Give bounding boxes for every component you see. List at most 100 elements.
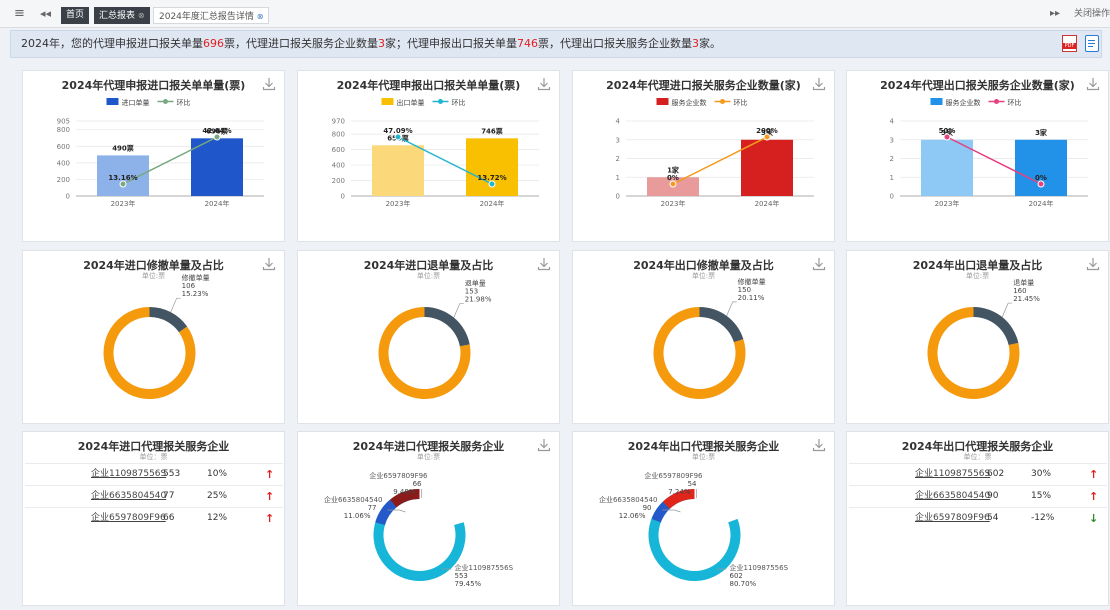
legend-label: 服务企业数 xyxy=(672,98,707,107)
summary-import-count: 696 xyxy=(203,37,224,50)
slice-value: 150 xyxy=(738,286,751,294)
company-link[interactable]: 企业6597809F96 xyxy=(915,508,990,529)
chart-svg: 进口单量 环比0200400600800905490票2023年696票2024年… xyxy=(57,98,264,208)
arrow-up-icon: ↑ xyxy=(265,490,275,503)
company-change: -12% xyxy=(1031,513,1055,523)
x-tick-label: 2023年 xyxy=(935,199,960,208)
line-value-label: 42.04% xyxy=(202,127,231,135)
legend-swatch xyxy=(381,98,394,105)
legend-swatch xyxy=(656,98,669,105)
chart-svg: 退单量16021.45% xyxy=(927,278,1040,399)
legend-label: 环比 xyxy=(452,98,466,107)
chart-svg: 服务企业数 环比012343家2023年3家2024年50%0% xyxy=(890,98,1088,208)
y-tick-label: 600 xyxy=(332,146,345,154)
chart-panel: 2024年出口代理报关服务企业 单位:票 企业6597809F96 54 7.24% 企业… xyxy=(572,431,835,606)
y-tick-label: 400 xyxy=(57,159,70,167)
slice-value: 153 xyxy=(465,288,478,296)
slice-percent: 80.70% xyxy=(730,580,757,588)
y-tick-label: 400 xyxy=(332,162,345,170)
tab-summary-report[interactable]: 汇总报表 ⊗ xyxy=(94,7,150,24)
tab-bar: ≡ ◂◂ 首页 汇总报表 ⊗ 2024年度汇总报告详情 ⊗ ▸▸ 关闭操作 xyxy=(0,0,1110,28)
slice-label: 退单量 xyxy=(465,279,486,288)
slice-percent: 9.48% xyxy=(393,488,416,496)
line-value-label: 13.16% xyxy=(108,174,137,182)
summary-export-count: 746 xyxy=(517,37,538,50)
legend-marker xyxy=(163,99,168,104)
donut-slice xyxy=(699,307,744,343)
y-tick-label: 600 xyxy=(57,143,70,151)
table-row: 企业6597809F96 54 -12% ↓ xyxy=(849,507,1107,529)
arrow-down-icon: ↓ xyxy=(1089,512,1099,525)
slice-percent: 79.45% xyxy=(455,580,482,588)
bar-value-label: 1家 xyxy=(667,165,680,174)
company-count: 54 xyxy=(987,513,999,523)
table-row: 企业6635804540 90 15% ↑ xyxy=(849,485,1107,507)
company-link[interactable]: 企业6635804540 xyxy=(915,486,990,507)
table-row: 企业6635804540 77 25% ↑ xyxy=(25,485,283,507)
slice-percent: 7.24% xyxy=(668,488,691,496)
tab-summary-report-label: 汇总报表 xyxy=(99,11,136,21)
menu-icon[interactable]: ≡ xyxy=(14,0,25,28)
slice-value: 77 xyxy=(368,504,377,512)
slice-value: 106 xyxy=(182,282,196,290)
chart-panel: 2024年出口代理报关服务企业 单位：票 企业110987556S 602 30% ↑ 企业… xyxy=(846,431,1109,606)
scroll-right-icon[interactable]: ▸▸ xyxy=(1050,0,1060,28)
scroll-left-icon[interactable]: ◂◂ xyxy=(40,0,51,28)
chart-panel: 2024年进口代理报关服务企业 单位:票 企业6597809F96 66 9.48% 企业… xyxy=(297,431,560,606)
company-link[interactable]: 企业110987556S xyxy=(915,464,990,485)
slice-value: 54 xyxy=(688,480,697,488)
summary-text: 2024年，您的代理申报进口报关单量 xyxy=(21,37,203,50)
y-tick-label: 0 xyxy=(66,193,70,201)
y-tick-label: 800 xyxy=(332,131,345,139)
chart-svg: 退单量15321.98% xyxy=(378,279,492,399)
company-link[interactable]: 企业6597809F96 xyxy=(91,508,166,529)
bar xyxy=(921,139,973,196)
line-value-label: 47.09% xyxy=(383,127,412,135)
x-tick-label: 2024年 xyxy=(205,199,230,208)
company-change: 10% xyxy=(207,469,228,479)
x-tick-label: 2024年 xyxy=(480,199,505,208)
pdf-icon[interactable]: PDF xyxy=(1062,35,1077,52)
x-tick-label: 2023年 xyxy=(661,199,686,208)
leader-line xyxy=(453,303,464,318)
leader-line xyxy=(170,297,181,313)
leader-line xyxy=(1001,302,1013,318)
chart-panel: 2024年进口修撤单量及占比 单位:票 修撤单量 106 15.23% xyxy=(22,250,285,424)
tab-detail-label: 2024年度汇总报告详情 xyxy=(159,12,254,22)
summary-text: 票，代理进口报关服务企业数量 xyxy=(224,37,378,50)
company-link[interactable]: 企业110987556S xyxy=(91,464,166,485)
y-tick-label: 800 xyxy=(57,126,70,134)
tab-home[interactable]: 首页 xyxy=(61,7,90,24)
close-operations-button[interactable]: 关闭操作 xyxy=(1074,0,1110,28)
x-tick-label: 2024年 xyxy=(1029,199,1054,208)
summary-text: 家；代理申报出口报关单量 xyxy=(385,37,517,50)
slice-value: 553 xyxy=(455,572,468,580)
tab-close-icon[interactable]: ⊗ xyxy=(257,12,264,21)
y-tick-label: 1 xyxy=(890,174,894,182)
line-value-label: 50% xyxy=(939,127,956,135)
chart-panel: 2024年出口修撤单量及占比 单位:票 修撤单量 150 20.11% xyxy=(572,250,835,424)
x-tick-label: 2023年 xyxy=(111,199,136,208)
slice-label: 退单量 xyxy=(1013,278,1034,287)
legend-label: 服务企业数 xyxy=(946,98,981,107)
company-count: 602 xyxy=(987,469,1005,479)
x-tick-label: 2023年 xyxy=(386,199,411,208)
tab-close-icon[interactable]: ⊗ xyxy=(138,11,145,20)
chart-svg: 服务企业数 环比012341家2023年3家2024年0%200% xyxy=(616,98,814,208)
company-link[interactable]: 企业6635804540 xyxy=(91,486,166,507)
legend-label: 环比 xyxy=(177,98,191,107)
table-row: 企业110987556S 553 10% ↑ xyxy=(25,463,283,485)
slice-percent: 21.98% xyxy=(465,296,492,304)
company-change: 15% xyxy=(1031,491,1052,501)
y-tick-label: 0 xyxy=(890,193,894,201)
table-row: 企业110987556S 602 30% ↑ xyxy=(849,463,1107,485)
edit-report-icon[interactable] xyxy=(1085,35,1099,52)
y-tick-label: 200 xyxy=(57,176,70,184)
y-tick-label: 2 xyxy=(890,155,894,163)
y-tick-label: 970 xyxy=(332,118,345,126)
summary-text: 家。 xyxy=(699,37,721,50)
legend-swatch xyxy=(106,98,119,105)
chart-svg: 企业6597809F96669.48% 企业66358045407711.06% 企… xyxy=(324,471,514,588)
tab-detail[interactable]: 2024年度汇总报告详情 ⊗ xyxy=(153,7,270,24)
slice-percent: 12.06% xyxy=(619,512,646,520)
